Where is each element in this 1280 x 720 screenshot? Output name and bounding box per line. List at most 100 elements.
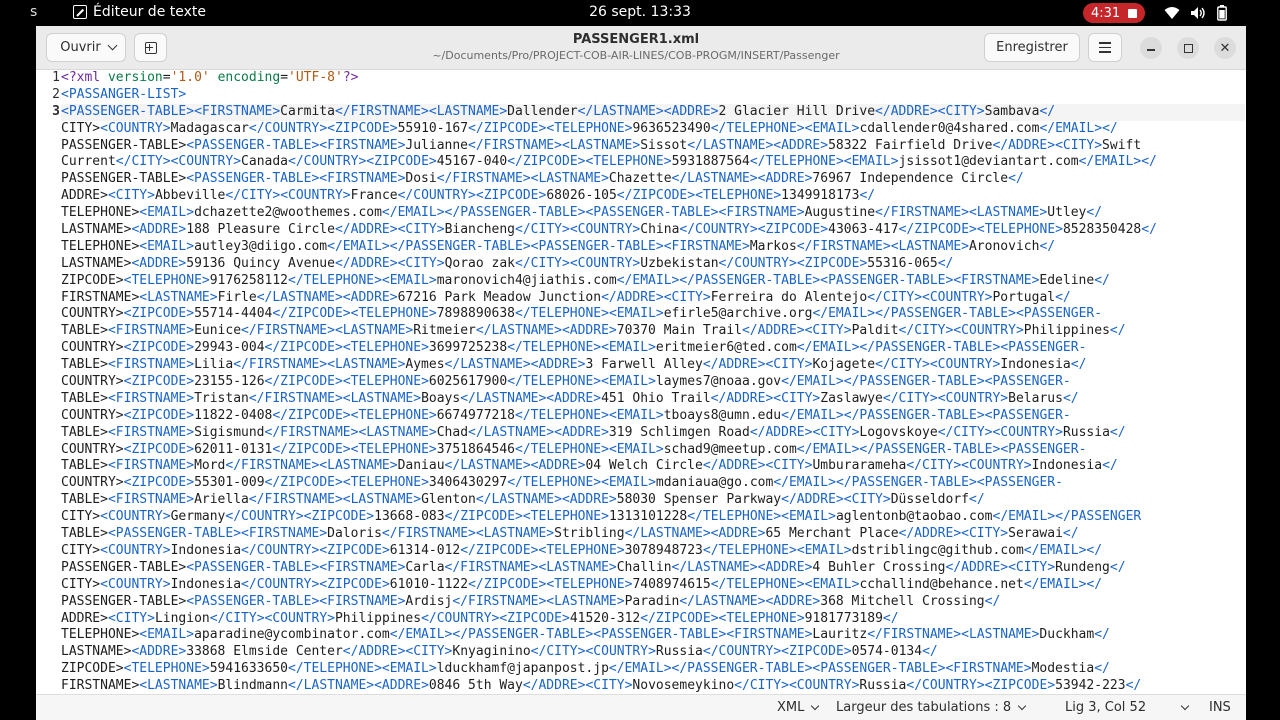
code-line[interactable]: FIRSTNAME><LASTNAME>Blindmann</LASTNAME>… bbox=[61, 678, 1245, 694]
code-line[interactable]: TELEPHONE><EMAIL>autley3@diigo.com</EMAI… bbox=[61, 239, 1245, 256]
code-line[interactable]: PASSENGER-TABLE><PASSENGER-TABLE><FIRSTN… bbox=[61, 171, 1245, 188]
code-line[interactable]: CITY><COUNTRY>Germany</COUNTRY><ZIPCODE>… bbox=[61, 509, 1245, 526]
line-number bbox=[36, 323, 60, 340]
line-number bbox=[36, 391, 60, 408]
screen-recording-indicator[interactable]: 4:31 bbox=[1083, 3, 1146, 23]
battery-icon[interactable] bbox=[1217, 5, 1227, 21]
code-line[interactable]: TABLE><FIRSTNAME>Tristan</FIRSTNAME><LAS… bbox=[61, 391, 1245, 408]
code-line[interactable]: Current</CITY><COUNTRY>Canada</COUNTRY><… bbox=[61, 154, 1245, 171]
code-line[interactable]: TELEPHONE><EMAIL>aparadine@ycombinator.c… bbox=[61, 627, 1245, 644]
line-number bbox=[36, 357, 60, 374]
save-button[interactable]: Enregistrer bbox=[984, 33, 1080, 62]
line-number bbox=[36, 340, 60, 357]
close-button[interactable]: ✕ bbox=[1214, 37, 1236, 59]
hamburger-icon bbox=[1099, 42, 1111, 44]
line-number bbox=[36, 577, 60, 594]
code-line[interactable]: ADDRE><CITY>Abbeville</CITY><COUNTRY>Fra… bbox=[61, 188, 1245, 205]
line-number bbox=[36, 442, 60, 459]
line-number bbox=[36, 290, 60, 307]
language-selector[interactable]: XML bbox=[777, 700, 820, 715]
code-line[interactable]: CITY><COUNTRY>Madagascar</COUNTRY><ZIPCO… bbox=[61, 121, 1245, 138]
code-line[interactable]: LASTNAME><ADDRE>59136 Quincy Avenue</ADD… bbox=[61, 256, 1245, 273]
line-number: 2 bbox=[52, 86, 60, 102]
line-number bbox=[36, 222, 60, 239]
code-line[interactable]: COUNTRY><ZIPCODE>23155-126</ZIPCODE><TEL… bbox=[61, 374, 1245, 391]
app-menu[interactable]: Éditeur de texte bbox=[73, 4, 206, 20]
line-number bbox=[36, 171, 60, 188]
line-number bbox=[36, 611, 60, 628]
minimize-button[interactable] bbox=[1140, 37, 1162, 59]
line-number bbox=[36, 408, 60, 425]
new-tab-button[interactable] bbox=[134, 33, 167, 62]
line-number bbox=[36, 509, 60, 526]
code-line[interactable]: COUNTRY><ZIPCODE>29943-004</ZIPCODE><TEL… bbox=[61, 340, 1245, 357]
code-line[interactable]: <?xml version='1.0' encoding='UTF-8'?> bbox=[61, 70, 1245, 87]
text-editor-icon bbox=[73, 5, 87, 19]
code-line[interactable]: TABLE><FIRSTNAME>Sigismund</FIRSTNAME><L… bbox=[61, 425, 1245, 442]
document-title: PASSENGER1.xml bbox=[572, 32, 700, 47]
insert-mode-indicator[interactable]: INS bbox=[1209, 700, 1231, 715]
document-path: ~/Documents/Pro/PROJECT-COB-AIR-LINES/CO… bbox=[432, 49, 840, 62]
code-line[interactable]: COUNTRY><ZIPCODE>55301-009</ZIPCODE><TEL… bbox=[61, 475, 1245, 492]
header-bar: Ouvrir PASSENGER1.xml ~/Documents/Pro/PR… bbox=[36, 26, 1246, 70]
line-number bbox=[36, 458, 60, 475]
line-number bbox=[36, 374, 60, 391]
cursor-position-selector[interactable]: Lig 3, Col 52 bbox=[1065, 700, 1190, 715]
line-number bbox=[36, 661, 60, 678]
chevron-down-icon bbox=[811, 701, 820, 711]
open-button[interactable]: Ouvrir bbox=[46, 33, 126, 62]
line-number: 1 bbox=[52, 70, 60, 85]
activities-fragment[interactable]: s bbox=[30, 4, 37, 20]
code-line[interactable]: TABLE><PASSENGER-TABLE><FIRSTNAME>Dalori… bbox=[61, 526, 1245, 543]
line-number bbox=[36, 205, 60, 222]
line-number bbox=[36, 526, 60, 543]
code-line[interactable]: PASSENGER-TABLE><PASSENGER-TABLE><FIRSTN… bbox=[61, 560, 1245, 577]
code-line[interactable]: PASSENGER-TABLE><PASSENGER-TABLE><FIRSTN… bbox=[61, 138, 1245, 155]
status-bar: XML Largeur des tabulations : 8 Lig 3, C… bbox=[36, 694, 1246, 720]
line-number bbox=[36, 306, 60, 323]
chevron-down-icon bbox=[1017, 701, 1027, 711]
line-number bbox=[36, 138, 60, 155]
code-line[interactable]: COUNTRY><ZIPCODE>11822-0408</ZIPCODE><TE… bbox=[61, 408, 1245, 425]
line-number-gutter: 123 bbox=[36, 70, 60, 694]
code-line[interactable]: ZIPCODE><TELEPHONE>9176258112</TELEPHONE… bbox=[61, 273, 1245, 290]
line-number bbox=[36, 594, 60, 611]
code-line[interactable]: COUNTRY><ZIPCODE>55714-4404</ZIPCODE><TE… bbox=[61, 306, 1245, 323]
line-number: 3 bbox=[52, 103, 60, 119]
text-editor-window: Ouvrir PASSENGER1.xml ~/Documents/Pro/PR… bbox=[36, 26, 1246, 720]
code-line[interactable]: CITY><COUNTRY>Indonesia</COUNTRY><ZIPCOD… bbox=[61, 577, 1245, 594]
code-line[interactable]: CITY><COUNTRY>Indonesia</COUNTRY><ZIPCOD… bbox=[61, 543, 1245, 560]
line-number bbox=[36, 256, 60, 273]
maximize-button[interactable] bbox=[1177, 37, 1199, 59]
hamburger-icon-bar bbox=[1099, 46, 1111, 49]
code-line[interactable]: TABLE><FIRSTNAME>Ariella</FIRSTNAME><LAS… bbox=[61, 492, 1245, 509]
code-line[interactable]: PASSENGER-TABLE><PASSENGER-TABLE><FIRSTN… bbox=[61, 594, 1245, 611]
wifi-icon[interactable] bbox=[1164, 6, 1180, 20]
line-number bbox=[36, 627, 60, 644]
code-line[interactable]: TABLE><FIRSTNAME>Eunice</FIRSTNAME><LAST… bbox=[61, 323, 1245, 340]
recording-time: 4:31 bbox=[1091, 5, 1121, 21]
code-line[interactable]: TABLE><FIRSTNAME>Lilia</FIRSTNAME><LASTN… bbox=[61, 357, 1245, 374]
system-top-bar: s Éditeur de texte 26 sept. 13:33 4:31 bbox=[0, 0, 1280, 26]
main-menu-button[interactable] bbox=[1088, 33, 1122, 62]
text-view[interactable]: 123 <?xml version='1.0' encoding='UTF-8'… bbox=[36, 70, 1246, 694]
volume-icon[interactable] bbox=[1190, 6, 1206, 20]
code-line[interactable]: <PASSENGER-TABLE><FIRSTNAME>Carmita</FIR… bbox=[61, 103, 1245, 121]
chevron-down-icon bbox=[107, 40, 118, 51]
tab-width-selector[interactable]: Largeur des tabulations : 8 bbox=[836, 700, 1027, 715]
line-number bbox=[36, 188, 60, 205]
code-line[interactable]: LASTNAME><ADDRE>33868 Elmside Center</AD… bbox=[61, 644, 1245, 661]
code-line[interactable]: TABLE><FIRSTNAME>Mord</FIRSTNAME><LASTNA… bbox=[61, 458, 1245, 475]
code-line[interactable]: COUNTRY><ZIPCODE>62011-0131</ZIPCODE><TE… bbox=[61, 442, 1245, 459]
code-line[interactable]: ADDRE><CITY>Lingion</CITY><COUNTRY>Phili… bbox=[61, 611, 1245, 628]
code-line[interactable]: FIRSTNAME><LASTNAME>Firle</LASTNAME><ADD… bbox=[61, 290, 1245, 307]
code-line[interactable]: <PASSANGER-LIST> bbox=[61, 87, 1245, 104]
code-content[interactable]: <?xml version='1.0' encoding='UTF-8'?> <P… bbox=[61, 70, 1245, 694]
code-line[interactable]: ZIPCODE><TELEPHONE>5941633650</TELEPHONE… bbox=[61, 661, 1245, 678]
code-line[interactable]: LASTNAME><ADDRE>188 Pleasure Circle</ADD… bbox=[61, 222, 1245, 239]
tab-width-label: Largeur des tabulations : 8 bbox=[836, 700, 1012, 715]
line-number bbox=[36, 121, 60, 138]
code-line[interactable]: TELEPHONE><EMAIL>dchazette2@woothemes.co… bbox=[61, 205, 1245, 222]
line-number bbox=[36, 543, 60, 560]
open-label: Ouvrir bbox=[60, 40, 101, 55]
